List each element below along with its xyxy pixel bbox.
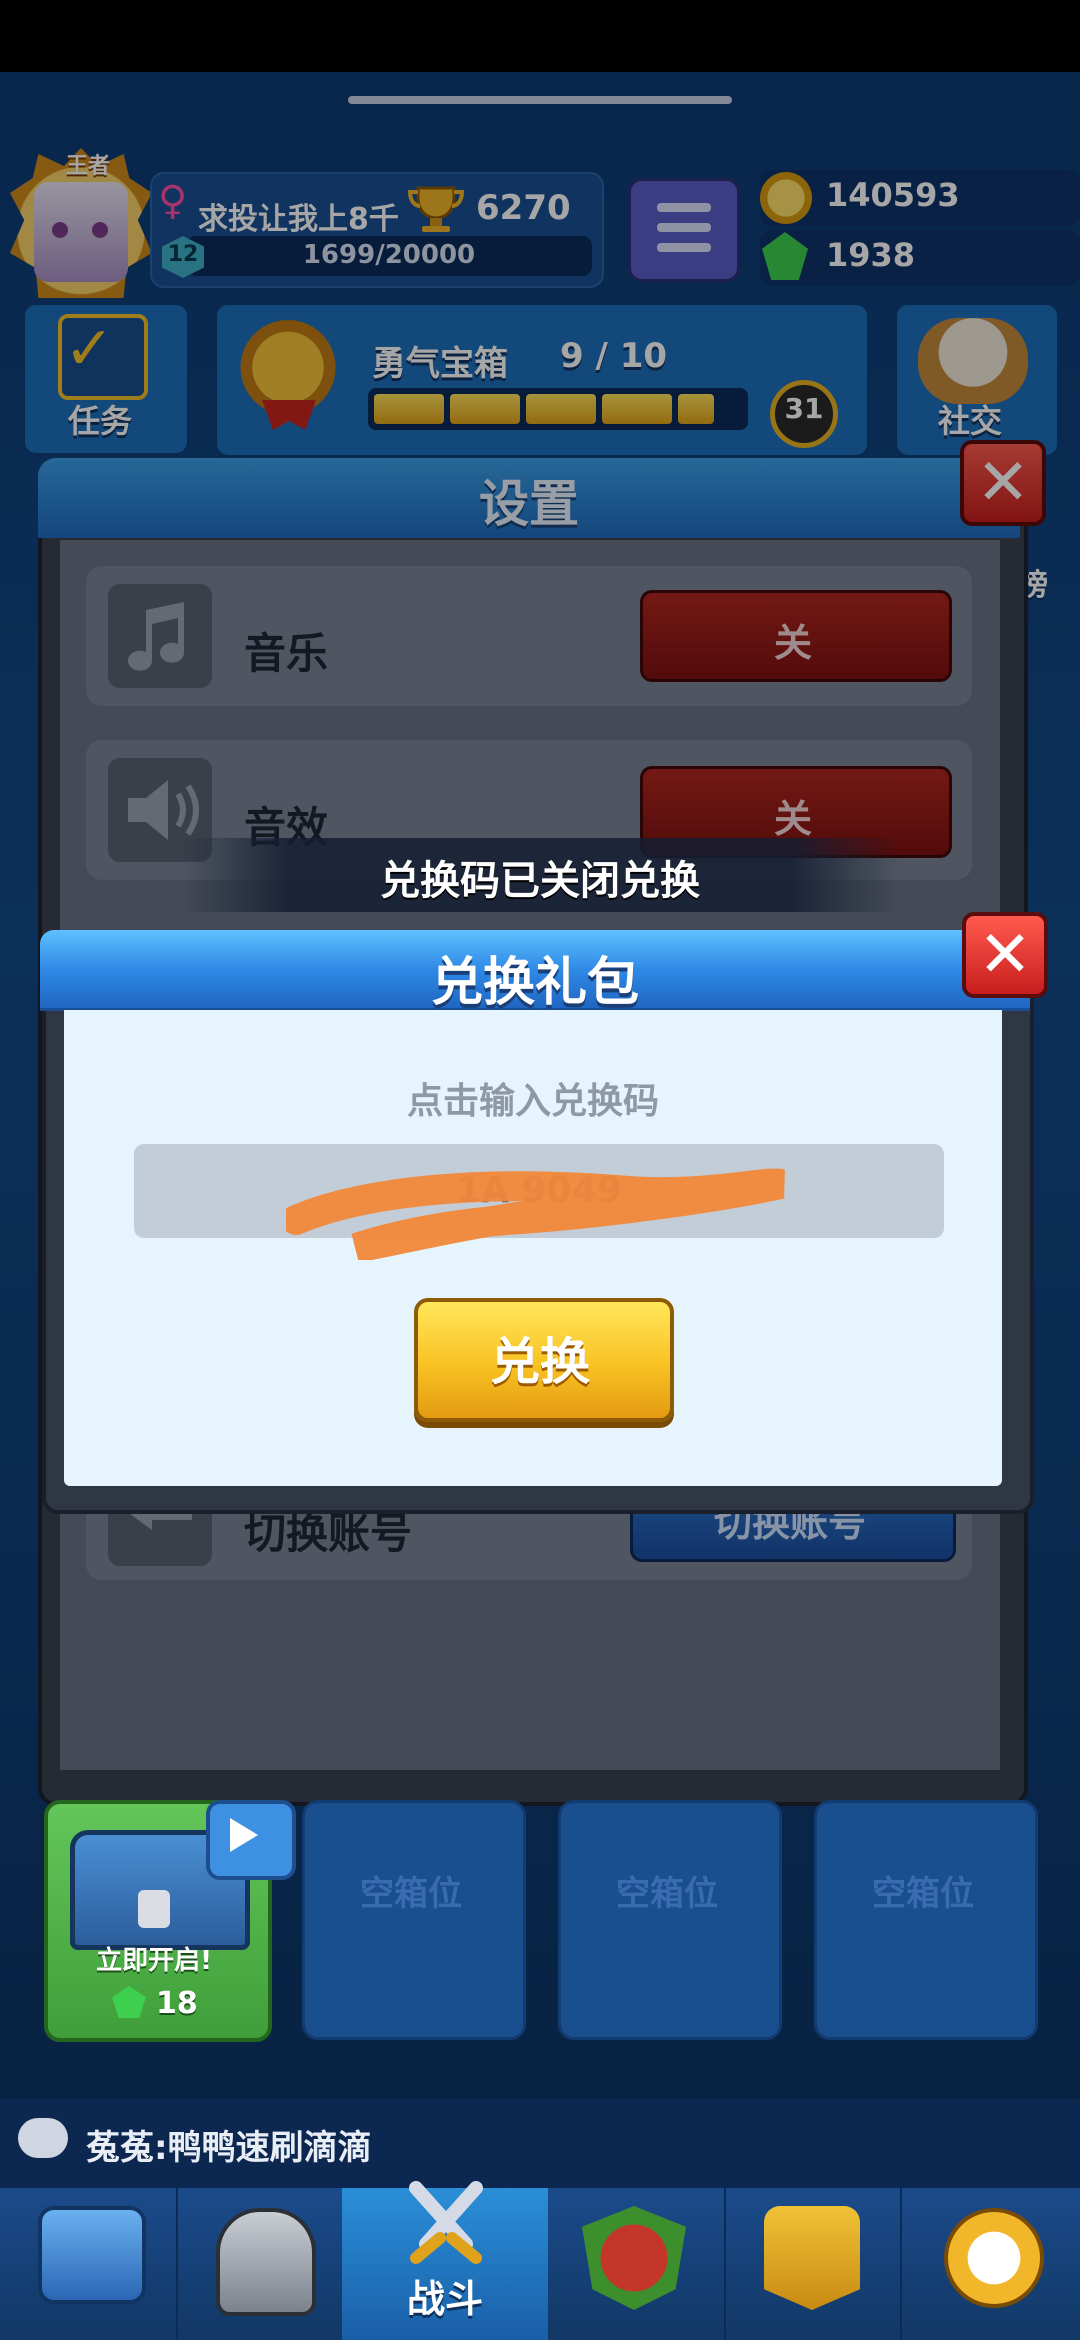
chest-slot-empty[interactable] — [302, 1800, 526, 2040]
chest-slot-empty[interactable] — [558, 1800, 782, 2040]
nav-explore[interactable] — [900, 2188, 1076, 2340]
chat-message: 菟菟:鸭鸭速刷滴滴 — [86, 2128, 372, 2168]
open-now-label: 立即开启! — [96, 1946, 212, 1976]
empty-slot-label: 空箱位 — [872, 1874, 974, 1914]
gift-dialog-title: 兑换礼包 — [430, 953, 639, 1013]
crossed-swords-icon — [409, 2181, 483, 2264]
friends-banner-icon — [764, 2206, 860, 2310]
open-cost: 18 — [156, 1986, 198, 2021]
chest-slot-empty[interactable] — [814, 1800, 1038, 2040]
play-icon — [230, 1818, 258, 1852]
close-icon: ✕ — [978, 918, 1032, 992]
redaction-scribble — [286, 1168, 785, 1260]
empty-slot-label: 空箱位 — [360, 1874, 462, 1914]
clan-shield-icon — [582, 2206, 686, 2310]
nav-battle-label: 战斗 — [406, 2277, 483, 2321]
compass-icon — [944, 2208, 1044, 2308]
empty-slot-label: 空箱位 — [616, 1874, 718, 1914]
toast-message: 兑换码已关闭兑换 — [380, 858, 700, 904]
redeem-label: 兑换 — [490, 1333, 590, 1391]
nav-clan[interactable] — [548, 2188, 726, 2340]
lock-icon — [138, 1890, 170, 1928]
gift-dialog-close-button[interactable]: ✕ — [962, 912, 1048, 998]
nav-shop[interactable] — [0, 2188, 178, 2340]
nav-friends[interactable] — [724, 2188, 902, 2340]
shop-chest-icon — [38, 2206, 146, 2304]
knight-helmet-icon — [216, 2208, 316, 2316]
chat-bubble-icon — [18, 2118, 68, 2158]
gift-code-hint: 点击输入兑换码 — [406, 1081, 659, 1122]
nav-heroes[interactable] — [176, 2188, 354, 2340]
